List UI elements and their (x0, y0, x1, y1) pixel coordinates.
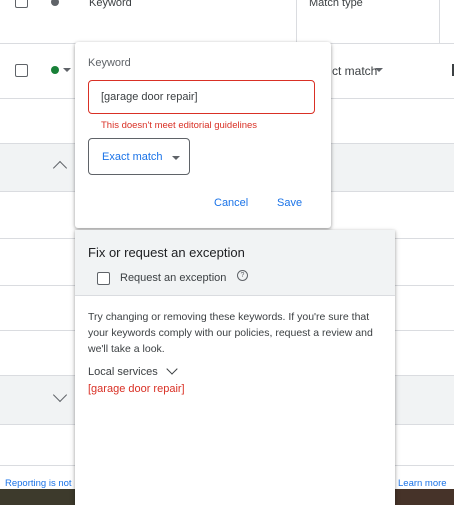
table-header-row: Keyword Match type (0, 0, 454, 44)
chevron-down-icon (172, 156, 180, 160)
row-match-type[interactable]: ct match (332, 64, 377, 78)
column-divider (439, 0, 440, 43)
column-header-keyword[interactable]: Keyword (89, 0, 132, 9)
select-all-checkbox[interactable] (15, 0, 28, 8)
column-divider (296, 0, 297, 43)
exception-panel-header: Fix or request an exception Request an e… (75, 230, 395, 296)
exception-description: Try changing or removing these keywords.… (88, 311, 373, 355)
exception-panel-title: Fix or request an exception (88, 245, 245, 260)
editorial-error-message: This doesn't meet editorial guidelines (101, 120, 258, 131)
policy-name[interactable]: Local services (88, 366, 158, 378)
keyword-field-label: Keyword (88, 57, 131, 69)
reporting-note[interactable]: Reporting is not (5, 478, 72, 489)
row-checkbox[interactable] (15, 64, 28, 77)
learn-more-link[interactable]: Learn more (398, 478, 447, 489)
request-exception-checkbox[interactable] (97, 272, 110, 285)
request-exception-label[interactable]: Request an exception (120, 272, 226, 284)
help-icon[interactable]: ? (237, 270, 248, 281)
flagged-keyword: [garage door repair] (88, 383, 185, 395)
status-header-dot-icon (51, 0, 59, 6)
keyword-input[interactable] (88, 80, 315, 114)
exception-panel: Fix or request an exception Request an e… (75, 230, 395, 505)
keyword-edit-popover: Keyword This doesn't meet editorial guid… (75, 42, 331, 228)
status-enabled-dot-icon[interactable] (51, 66, 59, 74)
match-type-dropdown-icon[interactable] (375, 68, 383, 72)
status-dropdown-icon[interactable] (63, 68, 71, 72)
cancel-button[interactable]: Cancel (214, 197, 248, 209)
save-button[interactable]: Save (277, 197, 302, 209)
match-type-value: Exact match (102, 151, 163, 163)
column-header-match-type[interactable]: Match type (309, 0, 363, 9)
match-type-select[interactable]: Exact match (88, 138, 190, 175)
chevron-down-icon[interactable] (166, 363, 178, 375)
